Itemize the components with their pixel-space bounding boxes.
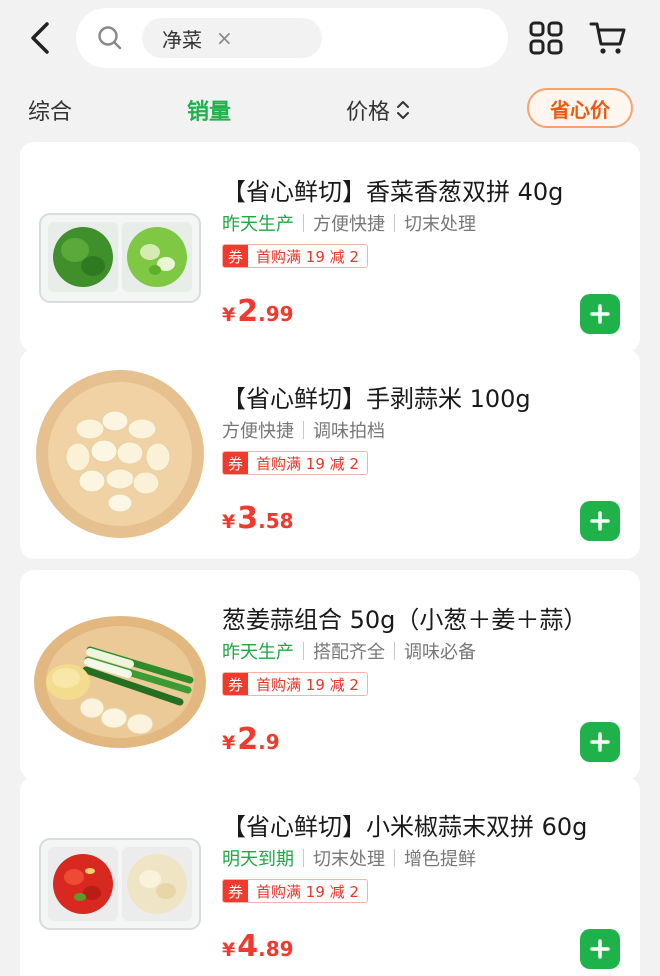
grid-view-button[interactable] <box>528 20 564 56</box>
product-card[interactable]: 葱姜蒜组合 50g（小葱＋姜＋蒜） 昨天生产 搭配齐全 调味必备 券 首购满 1… <box>20 570 640 780</box>
product-title: 【省心鲜切】香菜香葱双拼 40g <box>222 178 564 206</box>
price-integer: 2 <box>237 294 259 329</box>
grid-icon <box>529 21 563 55</box>
product-price: ¥ 2 .99 <box>222 294 294 329</box>
sort-updown-icon <box>397 101 410 119</box>
coupon-text: 首购满 19 减 2 <box>248 673 367 695</box>
product-info: 【省心鲜切】手剥蒜米 100g 方便快捷 调味拍档 券 首购满 19 减 2 ¥… <box>222 349 640 559</box>
feature-tag: 切末处理 <box>313 849 385 870</box>
sort-comprehensive-tab[interactable]: 综合 <box>28 94 72 126</box>
product-info: 【省心鲜切】香菜香葱双拼 40g 昨天生产 方便快捷 切末处理 券 首购满 19… <box>222 142 640 352</box>
search-bar[interactable]: 净菜 × <box>76 8 508 68</box>
coupon-badge: 券 首购满 19 减 2 <box>222 672 368 696</box>
currency-symbol: ¥ <box>222 304 236 326</box>
coupon-mark: 券 <box>223 452 249 474</box>
sort-price-label: 价格 <box>346 100 391 125</box>
coupon-badge: 券 首购满 19 减 2 <box>222 451 368 475</box>
plus-icon <box>590 304 610 324</box>
tag-divider <box>394 849 395 867</box>
product-price: ¥ 3 .58 <box>222 501 294 536</box>
freshness-tag: 昨天生产 <box>222 214 294 235</box>
freshness-tag: 昨天生产 <box>222 642 294 663</box>
feature-tag: 方便快捷 <box>313 214 385 235</box>
sort-sales-tab[interactable]: 销量 <box>187 94 231 126</box>
coupon-badge: 券 首购满 19 减 2 <box>222 244 368 268</box>
product-title: 【省心鲜切】小米椒蒜末双拼 60g <box>222 813 588 841</box>
price-decimal: .89 <box>258 937 294 961</box>
price-integer: 3 <box>237 501 259 536</box>
feature-tag: 搭配齐全 <box>313 642 385 663</box>
coupon-text: 首购满 19 减 2 <box>248 452 367 474</box>
cart-icon <box>589 22 626 54</box>
currency-symbol: ¥ <box>222 511 236 533</box>
tag-divider <box>303 642 304 660</box>
currency-symbol: ¥ <box>222 939 236 961</box>
feature-tag: 调味拍档 <box>313 421 385 442</box>
product-price: ¥ 4 .89 <box>222 929 294 964</box>
product-title: 葱姜蒜组合 50g（小葱＋姜＋蒜） <box>222 606 588 634</box>
search-icon <box>98 26 122 50</box>
clear-keyword-icon[interactable]: × <box>216 26 233 50</box>
feature-tag: 调味必备 <box>404 642 476 663</box>
freshness-tag: 明天到期 <box>222 849 294 870</box>
product-card[interactable]: 【省心鲜切】香菜香葱双拼 40g 昨天生产 方便快捷 切末处理 券 首购满 19… <box>20 142 640 352</box>
search-keyword-chip[interactable]: 净菜 × <box>142 18 322 58</box>
plus-icon <box>590 732 610 752</box>
feature-tag: 方便快捷 <box>222 421 294 442</box>
add-to-cart-button[interactable] <box>580 722 620 762</box>
feature-tag: 切末处理 <box>404 214 476 235</box>
product-image <box>34 616 206 748</box>
coupon-mark: 券 <box>223 673 249 695</box>
price-integer: 2 <box>237 722 259 757</box>
coupon-text: 首购满 19 减 2 <box>248 880 367 902</box>
search-keyword-label: 净菜 <box>162 27 202 52</box>
price-integer: 4 <box>237 929 259 964</box>
saver-price-filter[interactable]: 省心价 <box>527 88 633 128</box>
coupon-text: 首购满 19 减 2 <box>248 245 367 267</box>
tag-divider <box>303 421 304 439</box>
sort-price-tab[interactable]: 价格 <box>346 94 410 126</box>
add-to-cart-button[interactable] <box>580 929 620 969</box>
product-price: ¥ 2 .9 <box>222 722 280 757</box>
product-image <box>39 213 201 303</box>
add-to-cart-button[interactable] <box>580 501 620 541</box>
coupon-mark: 券 <box>223 245 249 267</box>
cart-button[interactable] <box>588 18 628 58</box>
price-decimal: .9 <box>258 730 280 754</box>
product-tags: 明天到期 切末处理 增色提鲜 <box>222 845 476 871</box>
tag-divider <box>303 214 304 232</box>
tag-divider <box>303 849 304 867</box>
coupon-badge: 券 首购满 19 减 2 <box>222 879 368 903</box>
product-info: 葱姜蒜组合 50g（小葱＋姜＋蒜） 昨天生产 搭配齐全 调味必备 券 首购满 1… <box>222 570 640 780</box>
product-card[interactable]: 【省心鲜切】小米椒蒜末双拼 60g 明天到期 切末处理 增色提鲜 券 首购满 1… <box>20 777 640 976</box>
top-bar: 净菜 × <box>0 0 660 80</box>
product-title: 【省心鲜切】手剥蒜米 100g <box>222 385 531 413</box>
sort-bar: 综合 销量 价格 省心价 <box>0 82 660 136</box>
product-image <box>39 838 201 930</box>
back-button[interactable] <box>22 18 58 58</box>
plus-icon <box>590 939 610 959</box>
coupon-mark: 券 <box>223 880 249 902</box>
add-to-cart-button[interactable] <box>580 294 620 334</box>
plus-icon <box>590 511 610 531</box>
product-tags: 昨天生产 方便快捷 切末处理 <box>222 210 476 236</box>
price-decimal: .99 <box>258 302 294 326</box>
price-decimal: .58 <box>258 509 294 533</box>
chevron-left-icon <box>31 22 49 54</box>
currency-symbol: ¥ <box>222 732 236 754</box>
tag-divider <box>394 214 395 232</box>
product-tags: 昨天生产 搭配齐全 调味必备 <box>222 638 476 664</box>
product-tags: 方便快捷 调味拍档 <box>222 417 385 443</box>
tag-divider <box>394 642 395 660</box>
product-card[interactable]: 【省心鲜切】手剥蒜米 100g 方便快捷 调味拍档 券 首购满 19 减 2 ¥… <box>20 349 640 559</box>
product-info: 【省心鲜切】小米椒蒜末双拼 60g 明天到期 切末处理 增色提鲜 券 首购满 1… <box>222 777 640 976</box>
feature-tag: 增色提鲜 <box>404 849 476 870</box>
product-image <box>36 370 204 538</box>
